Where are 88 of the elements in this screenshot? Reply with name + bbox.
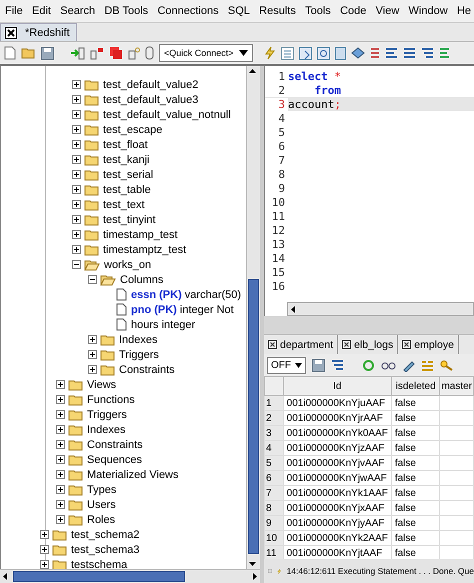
row-number: 2 bbox=[264, 410, 284, 426]
row-number: 10 bbox=[264, 530, 284, 546]
code-line: select * bbox=[288, 70, 341, 82]
tree-item[interactable]: pno (PK) integer Not bbox=[131, 304, 234, 316]
tree-item[interactable]: Sequences bbox=[87, 454, 142, 466]
table-cell: 001i000000KnYjrAAF bbox=[283, 410, 392, 426]
column-header[interactable]: isdeleted bbox=[391, 376, 440, 396]
tree-item[interactable]: Constraints bbox=[119, 364, 175, 376]
table-cell: false bbox=[391, 410, 440, 426]
menu-item[interactable]: Code bbox=[338, 5, 368, 17]
table-cell: false bbox=[391, 530, 440, 546]
code-line: from bbox=[313, 84, 341, 96]
row-number: 7 bbox=[264, 486, 284, 500]
menu-item[interactable]: View bbox=[374, 5, 402, 17]
tree-item[interactable]: test_tinyint bbox=[103, 214, 156, 226]
row-number: 4 bbox=[264, 440, 284, 456]
tree-item[interactable]: essn (PK) varchar(50) bbox=[131, 288, 242, 300]
row-number: 11 bbox=[264, 546, 284, 559]
tree-item[interactable]: Roles bbox=[87, 514, 116, 526]
menu-item[interactable]: He bbox=[454, 5, 473, 17]
table-cell: 001i000000KnYjxAAF bbox=[283, 500, 392, 516]
tree-item[interactable]: test_default_value2 bbox=[103, 78, 198, 90]
sql-editor[interactable]: 1 select * 2 from 3 account; 4 5 6 7 8 9 10 11 12 13 14 15 16 bbox=[264, 66, 474, 316]
table-cell: 001i000000KnYjuAAF bbox=[283, 396, 392, 410]
table-cell: 001i000000KnYk2AAF bbox=[283, 530, 392, 546]
menu-item[interactable]: Search bbox=[58, 5, 98, 17]
status-message: 14:46:12:611 Executing Statement . . . Done. Que bbox=[286, 566, 474, 576]
quick-connect-dropdown[interactable]: <Quick Connect> bbox=[159, 44, 253, 62]
line-number: 3 bbox=[265, 98, 288, 110]
row-number: 1 bbox=[264, 396, 284, 410]
menu-item[interactable]: SQL bbox=[226, 5, 252, 17]
menu-item[interactable]: Window bbox=[406, 5, 450, 17]
tree-item[interactable]: test_table bbox=[103, 184, 151, 196]
column-header[interactable]: Id bbox=[283, 376, 392, 396]
table-cell: 001i000000KnYk0AAF bbox=[283, 426, 392, 440]
menu-item[interactable]: Results bbox=[257, 5, 298, 17]
tree-item[interactable]: test_schema3 bbox=[71, 544, 140, 556]
tree-item[interactable]: test_default_value_notnull bbox=[103, 108, 231, 120]
table-cell: 001i000000KnYjvAAF bbox=[283, 456, 392, 470]
menu-item[interactable]: File bbox=[3, 5, 25, 17]
code-line: account; bbox=[288, 98, 341, 110]
column-header[interactable]: master bbox=[440, 376, 474, 396]
tree-item[interactable]: Columns bbox=[120, 274, 164, 286]
tree-item[interactable]: Views bbox=[87, 378, 116, 390]
table-cell: false bbox=[391, 470, 440, 486]
tree-item[interactable]: test_kanji bbox=[103, 154, 150, 166]
tree-item[interactable]: Types bbox=[87, 484, 116, 496]
table-cell: false bbox=[391, 440, 440, 456]
tree-item[interactable]: testschema bbox=[71, 558, 128, 569]
row-number: 8 bbox=[264, 500, 284, 516]
tree-item[interactable]: Indexes bbox=[87, 424, 126, 436]
tree-item[interactable]: hours integer bbox=[131, 318, 196, 330]
table-cell: 001i000000KnYjzAAF bbox=[283, 440, 392, 456]
menu-item[interactable]: Connections bbox=[155, 5, 221, 17]
row-number: 3 bbox=[264, 426, 284, 440]
tree-item[interactable]: test_schema2 bbox=[71, 528, 140, 540]
table-cell: false bbox=[391, 486, 440, 500]
table-cell: false bbox=[391, 456, 440, 470]
tree-item[interactable]: Triggers bbox=[119, 348, 159, 360]
table-cell: false bbox=[391, 396, 440, 410]
tree-item[interactable]: timestamptz_test bbox=[103, 244, 186, 256]
tree-item[interactable]: Indexes bbox=[119, 334, 158, 346]
tree-item[interactable]: test_text bbox=[103, 198, 145, 210]
tree-item[interactable]: Triggers bbox=[87, 408, 127, 420]
menu-item[interactable]: Edit bbox=[30, 5, 53, 17]
tree-item[interactable]: Constraints bbox=[87, 438, 143, 450]
table-cell: false bbox=[391, 516, 440, 530]
table-cell: 001i000000KnYk1AAF bbox=[283, 486, 392, 500]
tree-item[interactable]: Functions bbox=[87, 394, 135, 406]
menu-item[interactable]: DB Tools bbox=[102, 5, 150, 17]
row-number: 6 bbox=[264, 470, 284, 486]
menu-item[interactable]: Tools bbox=[303, 5, 333, 17]
table-cell: false bbox=[391, 426, 440, 440]
row-number: 9 bbox=[264, 516, 284, 530]
row-number: 5 bbox=[264, 456, 284, 470]
tree-item[interactable]: test_escape bbox=[103, 124, 162, 136]
tree-item[interactable]: test_default_value3 bbox=[103, 94, 198, 106]
document-tab[interactable]: *Redshift bbox=[0, 23, 77, 41]
tree-item[interactable]: Users bbox=[87, 498, 116, 510]
tree-item[interactable]: timestamp_test bbox=[103, 228, 178, 240]
table-cell: 001i000000KnYjwAAF bbox=[283, 470, 392, 486]
tree-item[interactable]: Materialized Views bbox=[87, 468, 179, 480]
tree-item[interactable]: test_float bbox=[103, 138, 148, 150]
mode-dropdown[interactable]: OFF bbox=[267, 356, 306, 374]
table-cell: false bbox=[391, 500, 440, 516]
table-cell: 001i000000KnYjyAAF bbox=[283, 516, 392, 530]
tree-item[interactable]: works_on bbox=[104, 258, 152, 270]
tree-item[interactable]: test_serial bbox=[103, 168, 154, 180]
